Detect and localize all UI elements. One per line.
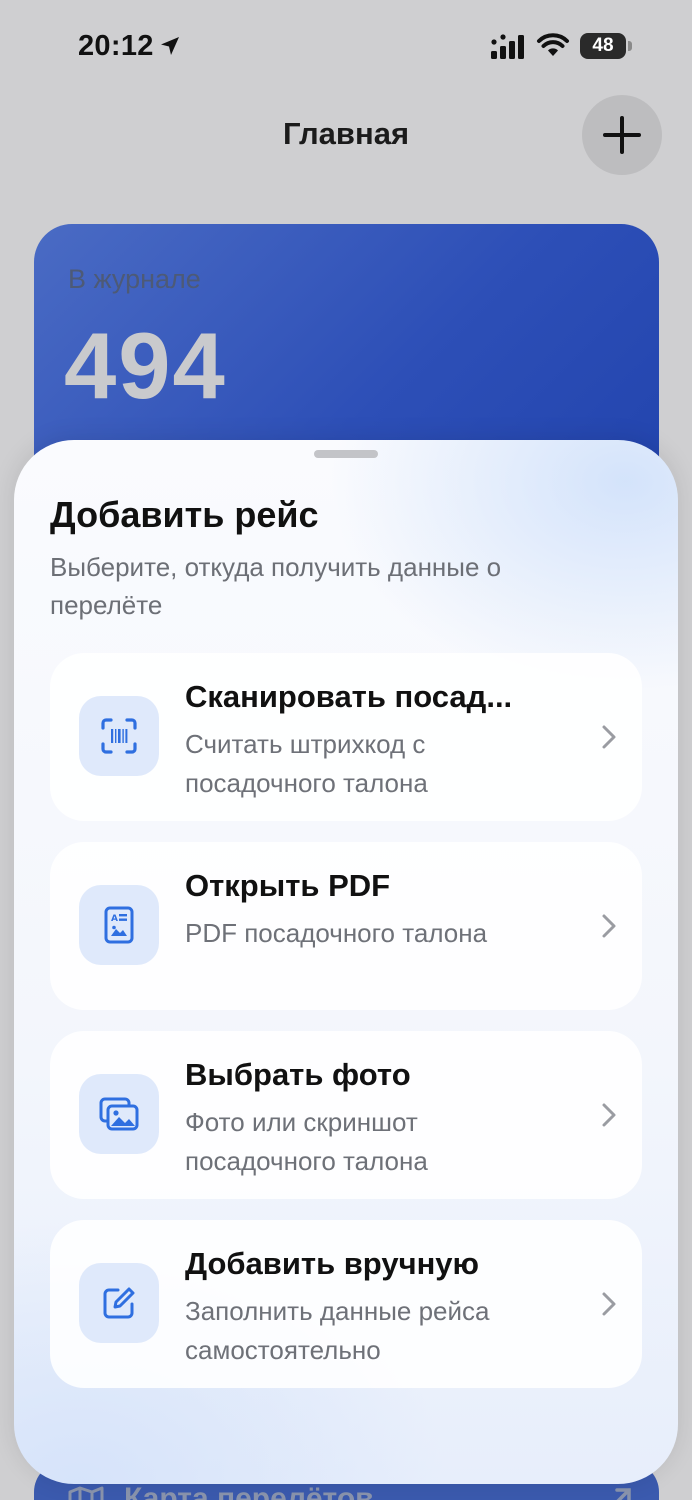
option-title: Выбрать фото <box>185 1057 411 1092</box>
option-add-manually[interactable]: Добавить вручную Заполнить данные рейса … <box>50 1220 642 1388</box>
journal-label: В журнале <box>68 264 201 294</box>
svg-text:A: A <box>111 914 118 924</box>
option-title: Открыть PDF <box>185 868 391 903</box>
option-description: Фото или скриншот посадочного талона <box>185 1107 428 1176</box>
option-choose-photo[interactable]: Выбрать фото Фото или скриншот посадочно… <box>50 1031 642 1199</box>
map-icon <box>68 1486 104 1500</box>
cellular-signal-icon <box>491 34 524 59</box>
battery-level: 48 <box>592 35 614 56</box>
option-icon-box: A <box>79 885 159 965</box>
sheet-grabber[interactable] <box>314 450 378 458</box>
status-bar: 20:12 48 <box>0 0 692 92</box>
option-title: Сканировать посад... <box>185 679 513 714</box>
pdf-document-icon: A <box>104 906 134 944</box>
option-scan-boarding-pass[interactable]: Сканировать посад... Считать штрихкод с … <box>50 653 642 821</box>
wifi-icon <box>537 33 569 56</box>
battery-nub <box>628 41 632 51</box>
add-flight-sheet: Добавить рейс Выберите, откуда получить … <box>14 440 678 1484</box>
option-title: Добавить вручную <box>185 1246 480 1281</box>
edit-icon <box>103 1287 135 1319</box>
option-description: PDF посадочного талона <box>185 918 488 948</box>
add-button[interactable] <box>582 95 662 175</box>
location-arrow-icon <box>161 37 179 55</box>
option-description: Считать штрихкод с посадочного талона <box>185 729 428 798</box>
chevron-right-icon <box>602 1103 616 1127</box>
chevron-right-icon <box>602 1292 616 1316</box>
status-time: 20:12 <box>78 30 154 62</box>
journal-count: 494 <box>64 313 227 418</box>
external-link-icon <box>615 1488 631 1500</box>
option-icon-box <box>79 1074 159 1154</box>
photo-gallery-icon <box>99 1097 139 1131</box>
option-open-pdf[interactable]: A Открыть PDF PDF посадочного талона <box>50 842 642 1010</box>
sheet-title: Добавить рейс <box>50 494 319 535</box>
battery-indicator: 48 <box>580 33 626 59</box>
chevron-right-icon <box>602 914 616 938</box>
option-description: Заполнить данные рейса самостоятельно <box>185 1296 490 1365</box>
chevron-right-icon <box>602 725 616 749</box>
plus-icon <box>603 116 641 154</box>
flight-map-label: Карта перелётов <box>124 1482 374 1500</box>
barcode-scan-icon <box>101 718 137 754</box>
option-icon-box <box>79 696 159 776</box>
option-icon-box <box>79 1263 159 1343</box>
sheet-subtitle: Выберите, откуда получить данные о перел… <box>50 552 502 620</box>
